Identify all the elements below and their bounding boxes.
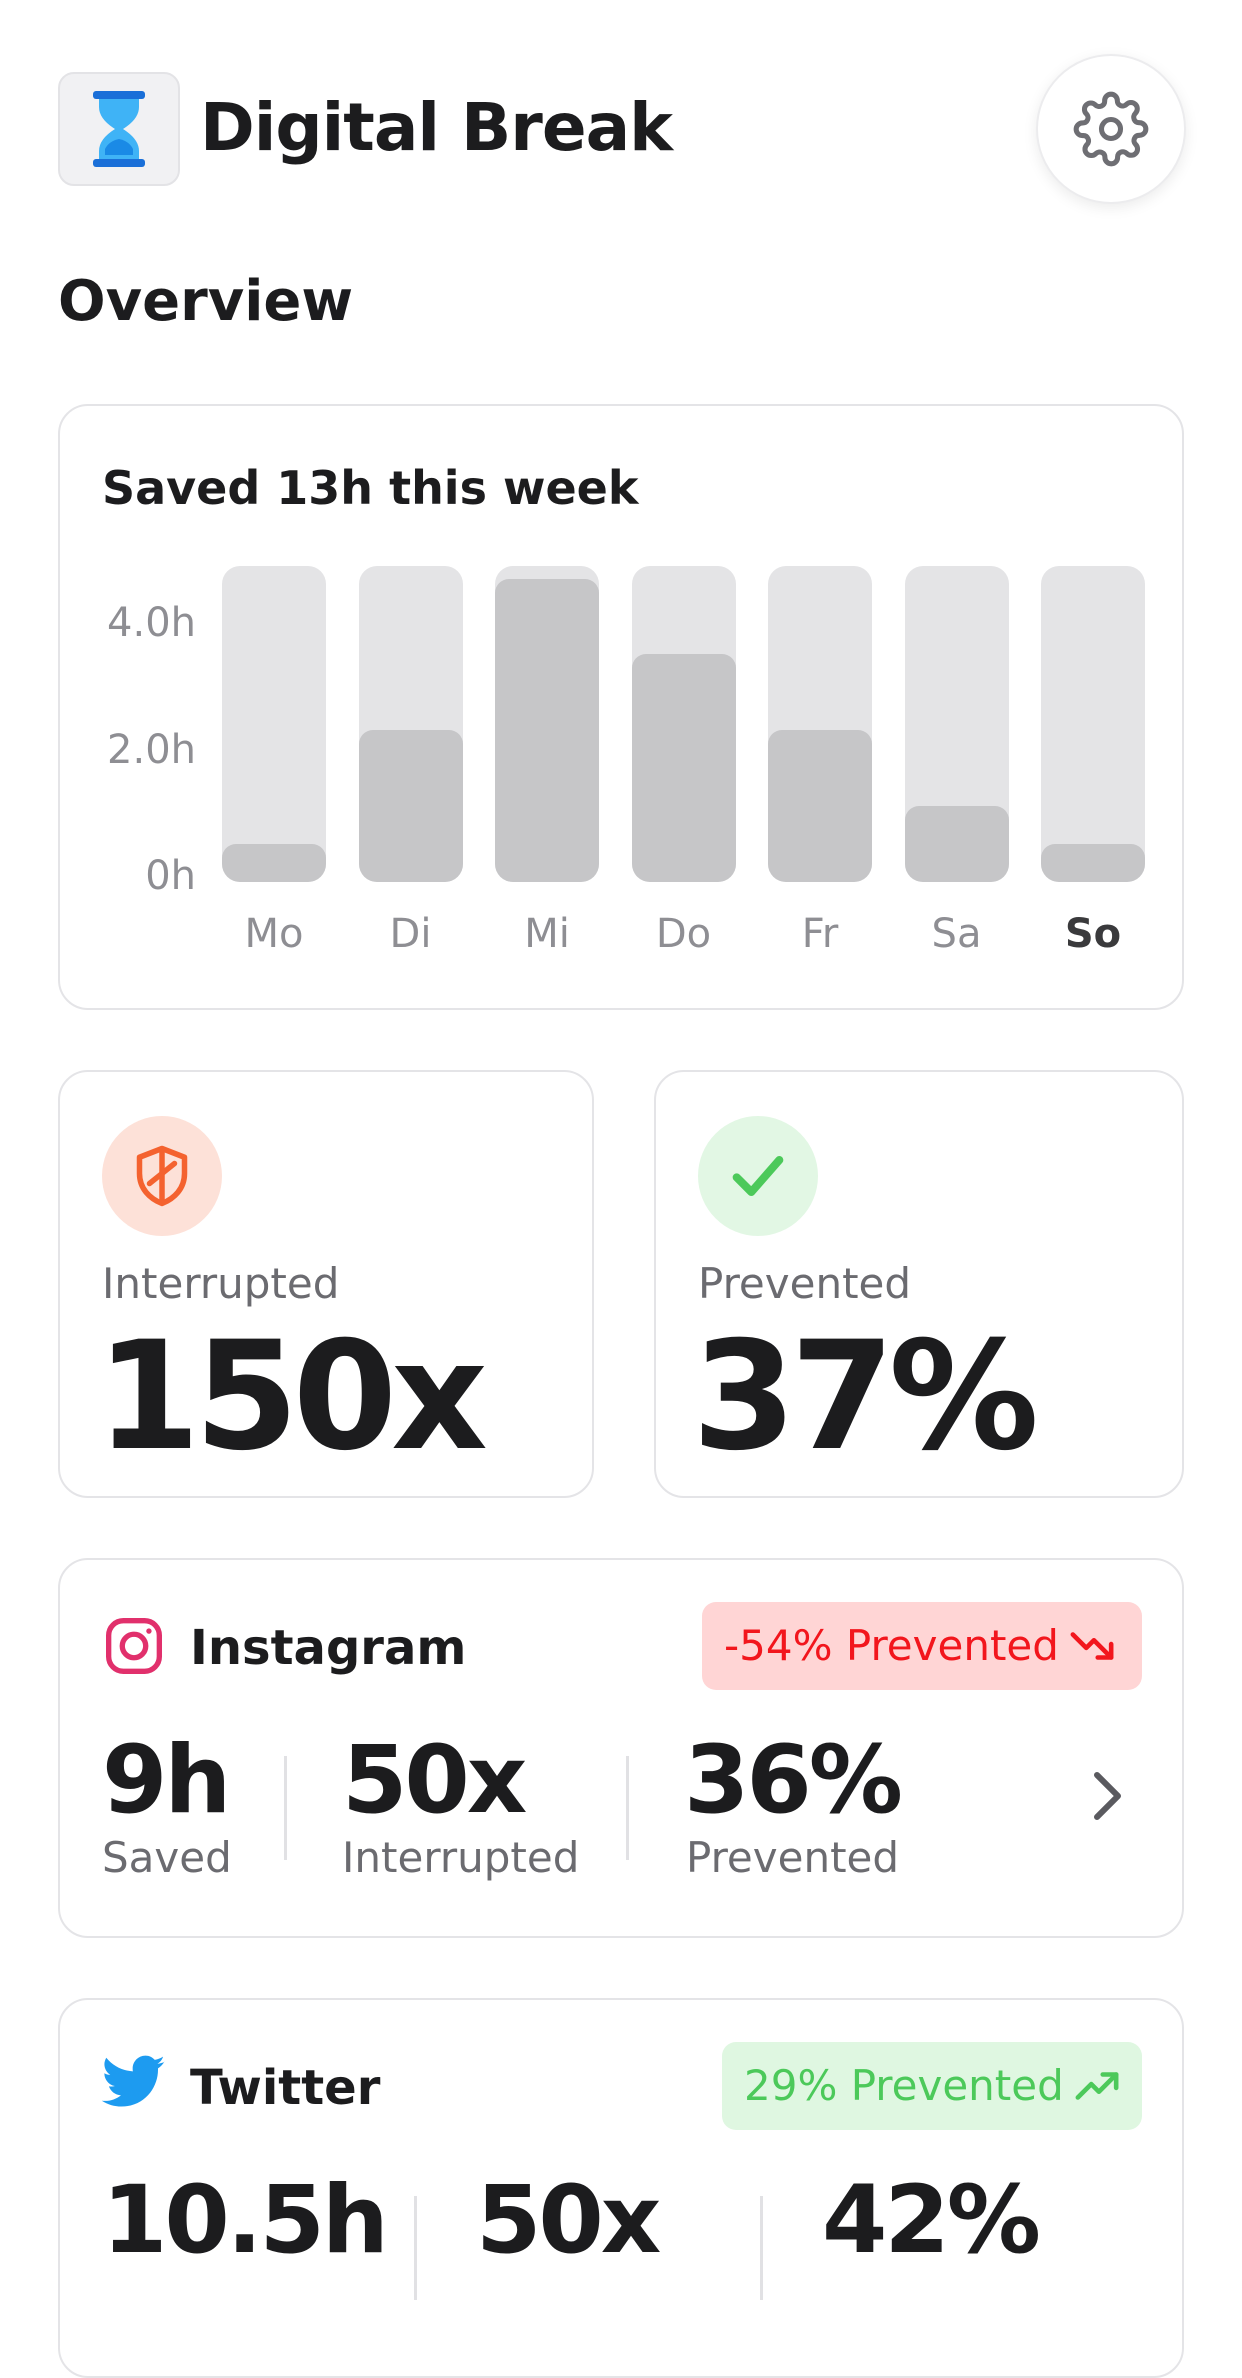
- x-axis-label-fr: Fr: [801, 911, 839, 957]
- gear-icon: [1073, 91, 1149, 167]
- prevented-change-badge: 29% Prevented: [722, 2042, 1142, 2130]
- app-logo: [58, 72, 180, 186]
- interrupted-label: Interrupted: [102, 1259, 340, 1308]
- saved-value: 10.5h: [102, 2166, 389, 2275]
- prevented-value: 36%: [684, 1726, 903, 1835]
- prevented-stat-card: Prevented 37%: [654, 1070, 1184, 1498]
- prevented-icon-badge: [698, 1116, 818, 1236]
- metric-divider: [626, 1756, 629, 1860]
- chart-title: Saved 13h this week: [102, 461, 639, 515]
- y-axis-tick: 4.0h: [107, 600, 196, 647]
- app-name: Instagram: [190, 1620, 467, 1676]
- bar-track-fr: [768, 566, 872, 882]
- x-axis-label-do: Do: [655, 911, 712, 957]
- saved-value: 9h: [102, 1726, 231, 1835]
- prevented-change-badge: -54% Prevented: [702, 1602, 1142, 1690]
- bar-track-mo: [222, 566, 326, 882]
- prevented-label: Prevented: [686, 1833, 900, 1882]
- metric-divider: [284, 1756, 287, 1860]
- twitter-bird-icon: [102, 2055, 165, 2107]
- bar-di: [358, 730, 463, 882]
- badge-text: 29% Prevented: [744, 2061, 1064, 2110]
- bar-mi: [495, 579, 599, 882]
- interrupted-value: 50x: [476, 2166, 661, 2275]
- chevron-right-icon[interactable]: [1084, 1766, 1128, 1826]
- bar-track-do: [631, 566, 736, 882]
- interrupted-icon-badge: [102, 1116, 222, 1236]
- app-title: Digital Break: [200, 89, 673, 166]
- interrupted-stat-card: Interrupted 150x: [58, 1070, 594, 1498]
- x-axis-label-mo: Mo: [244, 911, 304, 957]
- app-name: Twitter: [190, 2060, 381, 2116]
- x-axis-label-so: So: [1064, 911, 1122, 957]
- bar-track-mi: [495, 566, 599, 882]
- app-card-twitter[interactable]: Twitter 29% Prevented 10.5h 50x 42%: [58, 1998, 1184, 2378]
- trend-down-icon: [1070, 1632, 1114, 1660]
- bar-do: [631, 654, 736, 882]
- shield-icon: [136, 1145, 188, 1207]
- prevented-value: 42%: [822, 2166, 1041, 2275]
- saved-label: Saved: [102, 1833, 232, 1882]
- weekly-savings-card: Saved 13h this week 4.0h 2.0h 0h Mo Di Mi Do Fr…: [58, 404, 1184, 1010]
- bar-sa: [904, 806, 1009, 882]
- metric-divider: [760, 2196, 763, 2300]
- bar-so: [1041, 844, 1145, 882]
- bar-fr: [768, 730, 872, 882]
- prevented-label: Prevented: [698, 1259, 912, 1308]
- hourglass-icon: [93, 91, 145, 167]
- x-axis-label-mi: Mi: [524, 911, 570, 957]
- prevented-value: 37%: [692, 1310, 1039, 1484]
- metric-divider: [414, 2196, 417, 2300]
- y-axis-tick: 2.0h: [107, 726, 196, 773]
- interrupted-value: 150x: [96, 1310, 488, 1484]
- instagram-icon: [106, 1618, 162, 1674]
- bar-track-so: [1041, 566, 1145, 882]
- section-title-overview: Overview: [58, 269, 354, 334]
- checkmark-icon: [732, 1156, 784, 1196]
- trend-up-icon: [1075, 2072, 1119, 2100]
- bar-mo: [222, 844, 326, 882]
- interrupted-label: Interrupted: [342, 1833, 580, 1882]
- settings-button[interactable]: [1036, 54, 1186, 204]
- bar-track-di: [358, 566, 463, 882]
- x-axis-label-di: Di: [389, 911, 432, 957]
- x-axis-label-sa: Sa: [931, 911, 982, 957]
- interrupted-value: 50x: [342, 1726, 527, 1835]
- bar-track-sa: [904, 566, 1009, 882]
- y-axis-tick: 0h: [145, 853, 196, 899]
- app-card-instagram[interactable]: Instagram -54% Prevented 9h Saved 50x In…: [58, 1558, 1184, 1938]
- badge-text: -54% Prevented: [724, 1621, 1059, 1670]
